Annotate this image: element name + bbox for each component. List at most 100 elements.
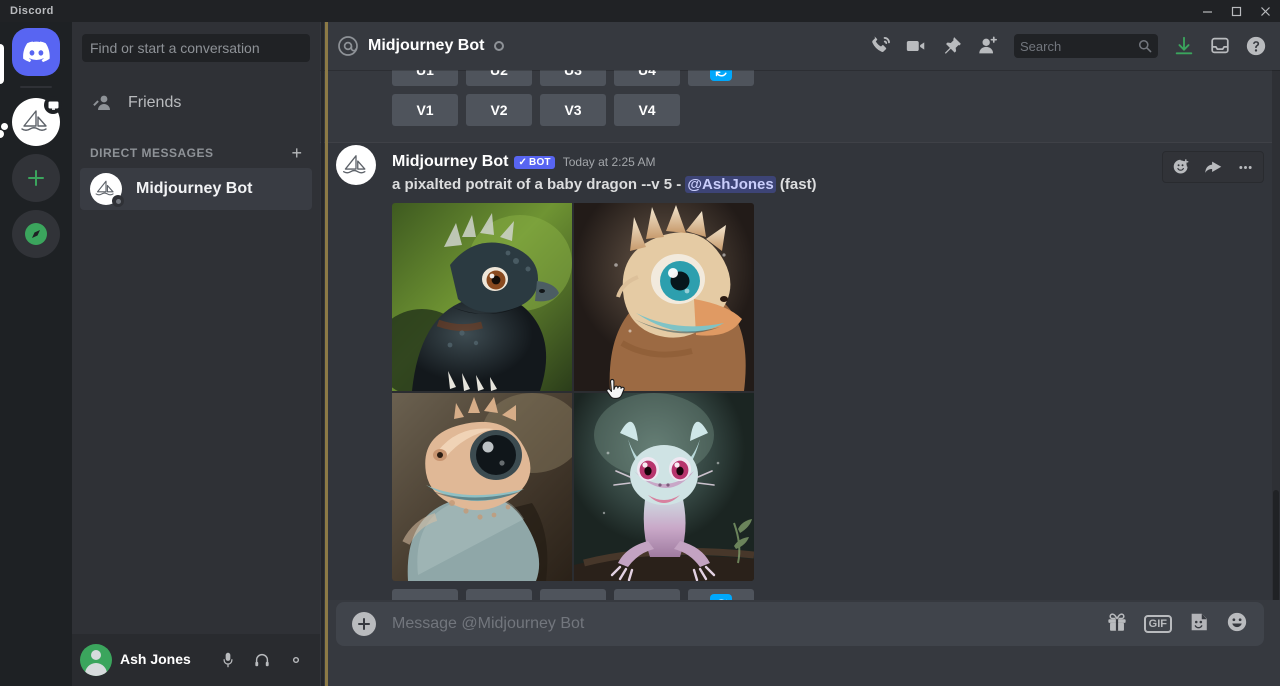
chat-left-shadow	[321, 22, 324, 686]
sidebar-item-home[interactable]	[12, 28, 60, 76]
message-scrollbar[interactable]	[1272, 70, 1280, 648]
search-conversation-input[interactable]: Find or start a conversation	[82, 34, 310, 62]
avatar[interactable]	[336, 145, 376, 185]
chat-header: Midjourney Bot Search	[320, 22, 1280, 70]
emoji-button[interactable]	[1226, 611, 1248, 638]
message-author[interactable]: Midjourney Bot	[392, 153, 508, 171]
message-separator: -	[672, 176, 686, 193]
dragon-image-2[interactable]	[574, 203, 754, 391]
chat-area: Midjourney Bot Search U1 U2 U3 U4 V1 V2 …	[320, 22, 1280, 686]
discord-window: Discord Find or start a conversation Fri…	[0, 0, 1280, 686]
sticker-icon	[1191, 613, 1207, 630]
start-video-call-button[interactable]	[900, 30, 932, 62]
add-friends-to-dm-button[interactable]	[972, 30, 1004, 62]
header-tools: Search	[864, 30, 1272, 62]
upscale-button-row-previous: U1 U2 U3 U4	[392, 70, 1232, 86]
pin-icon	[944, 37, 961, 54]
emoji-icon	[1227, 612, 1247, 631]
upscale-button-u1-previous[interactable]: U1	[392, 70, 458, 86]
sticker-button[interactable]	[1188, 611, 1210, 638]
at-icon	[336, 34, 360, 58]
pinned-messages-button[interactable]	[936, 30, 968, 62]
microphone-icon	[223, 652, 233, 668]
create-dm-button[interactable]: +	[291, 144, 302, 162]
server-rail	[0, 22, 72, 686]
user-settings-button[interactable]	[280, 644, 312, 676]
message-header: Midjourney Bot ✓ BOT Today at 2:25 AM	[392, 151, 1232, 173]
minimize-button[interactable]	[1193, 0, 1222, 22]
unread-indicator-midjourney	[0, 130, 4, 138]
gif-button[interactable]: GIF	[1143, 615, 1172, 633]
user-actions	[212, 644, 312, 676]
more-horizontal-icon[interactable]	[1229, 153, 1261, 181]
dm-sidebar: Find or start a conversation Friends DIR…	[72, 22, 320, 686]
bot-badge-label: BOT	[529, 156, 551, 168]
gear-icon	[292, 656, 300, 664]
message-previous: U1 U2 U3 U4 V1 V2 V3 V4	[320, 70, 1280, 142]
app-title: Discord	[10, 5, 54, 17]
explore-servers-button[interactable]	[12, 210, 60, 258]
friends-icon	[93, 95, 110, 110]
server-screen-badge	[44, 96, 62, 114]
video-camera-icon	[906, 40, 925, 52]
dm-search-wrap: Find or start a conversation	[72, 22, 320, 74]
gift-button[interactable]	[1106, 611, 1128, 638]
mute-button[interactable]	[212, 644, 244, 676]
search-conversation-placeholder: Find or start a conversation	[90, 40, 260, 56]
composer-box[interactable]: Message @Midjourney Bot GIF	[336, 602, 1264, 646]
window-controls	[1193, 0, 1280, 22]
direct-messages-label: DIRECT MESSAGES	[90, 146, 214, 160]
message-input[interactable]: Message @Midjourney Bot	[392, 615, 1106, 633]
dragon-image-4[interactable]	[574, 393, 754, 581]
message-mention[interactable]: @AshJones	[685, 176, 776, 193]
dragon-image-3[interactable]	[392, 393, 572, 581]
deafen-button[interactable]	[246, 644, 278, 676]
maximize-button[interactable]	[1222, 0, 1251, 22]
reply-arrow-icon[interactable]	[1197, 153, 1229, 181]
upscale-button-u4-previous[interactable]: U4	[614, 70, 680, 86]
plus-icon	[358, 618, 370, 630]
sidebar-scroll: Friends DIRECT MESSAGES + Midjourney Bot	[72, 74, 320, 634]
gift-icon	[1108, 612, 1126, 631]
server-unread-dot	[1, 123, 8, 130]
search-input[interactable]: Search	[1014, 34, 1158, 58]
avatar[interactable]	[80, 644, 112, 676]
dragon-image-1[interactable]	[392, 203, 572, 391]
bot-badge-check: ✓	[518, 156, 528, 168]
page-title: Midjourney Bot	[368, 37, 485, 54]
close-button[interactable]	[1251, 0, 1280, 22]
add-server-button[interactable]	[12, 154, 60, 202]
add-reaction-icon[interactable]	[1165, 153, 1197, 181]
sidebar-item-friends[interactable]: Friends	[80, 82, 312, 124]
upscale-button-u2-previous[interactable]: U2	[466, 70, 532, 86]
start-voice-call-button[interactable]	[864, 30, 896, 62]
sidebar-item-midjourney[interactable]	[1, 96, 62, 146]
active-server-indicator-home	[0, 44, 4, 84]
variation-button-v1[interactable]: V1	[392, 94, 458, 126]
sidebar-item-midjourney-bot[interactable]: Midjourney Bot	[80, 168, 312, 210]
variation-button-v2[interactable]: V2	[466, 94, 532, 126]
message-content: a pixalted potrait of a baby dragon --v …	[392, 175, 1232, 195]
attach-file-button[interactable]	[352, 612, 376, 636]
message-current: Midjourney Bot ✓ BOT Today at 2:25 AM a …	[320, 143, 1280, 631]
bot-badge: ✓ BOT	[514, 155, 555, 169]
plus-icon	[28, 170, 44, 186]
help-button[interactable]	[1240, 30, 1272, 62]
generated-image-grid[interactable]	[392, 203, 754, 581]
rail-divider	[20, 86, 52, 88]
inbox-button[interactable]	[1204, 30, 1236, 62]
variation-button-v4[interactable]: V4	[614, 94, 680, 126]
search-icon	[1138, 39, 1152, 53]
phone-call-icon	[872, 36, 890, 52]
direct-messages-header: DIRECT MESSAGES +	[80, 126, 312, 168]
upscale-button-u3-previous[interactable]: U3	[540, 70, 606, 86]
headphones-icon	[255, 653, 269, 667]
user-panel: Ash Jones	[72, 634, 320, 686]
help-icon	[1246, 36, 1266, 56]
download-icon	[1175, 36, 1193, 55]
variation-button-v3[interactable]: V3	[540, 94, 606, 126]
offline-status-icon	[494, 41, 505, 51]
downloads-button[interactable]	[1168, 30, 1200, 62]
message-prompt: a pixalted potrait of a baby dragon --v …	[392, 176, 673, 193]
reroll-button-previous[interactable]	[688, 70, 754, 86]
